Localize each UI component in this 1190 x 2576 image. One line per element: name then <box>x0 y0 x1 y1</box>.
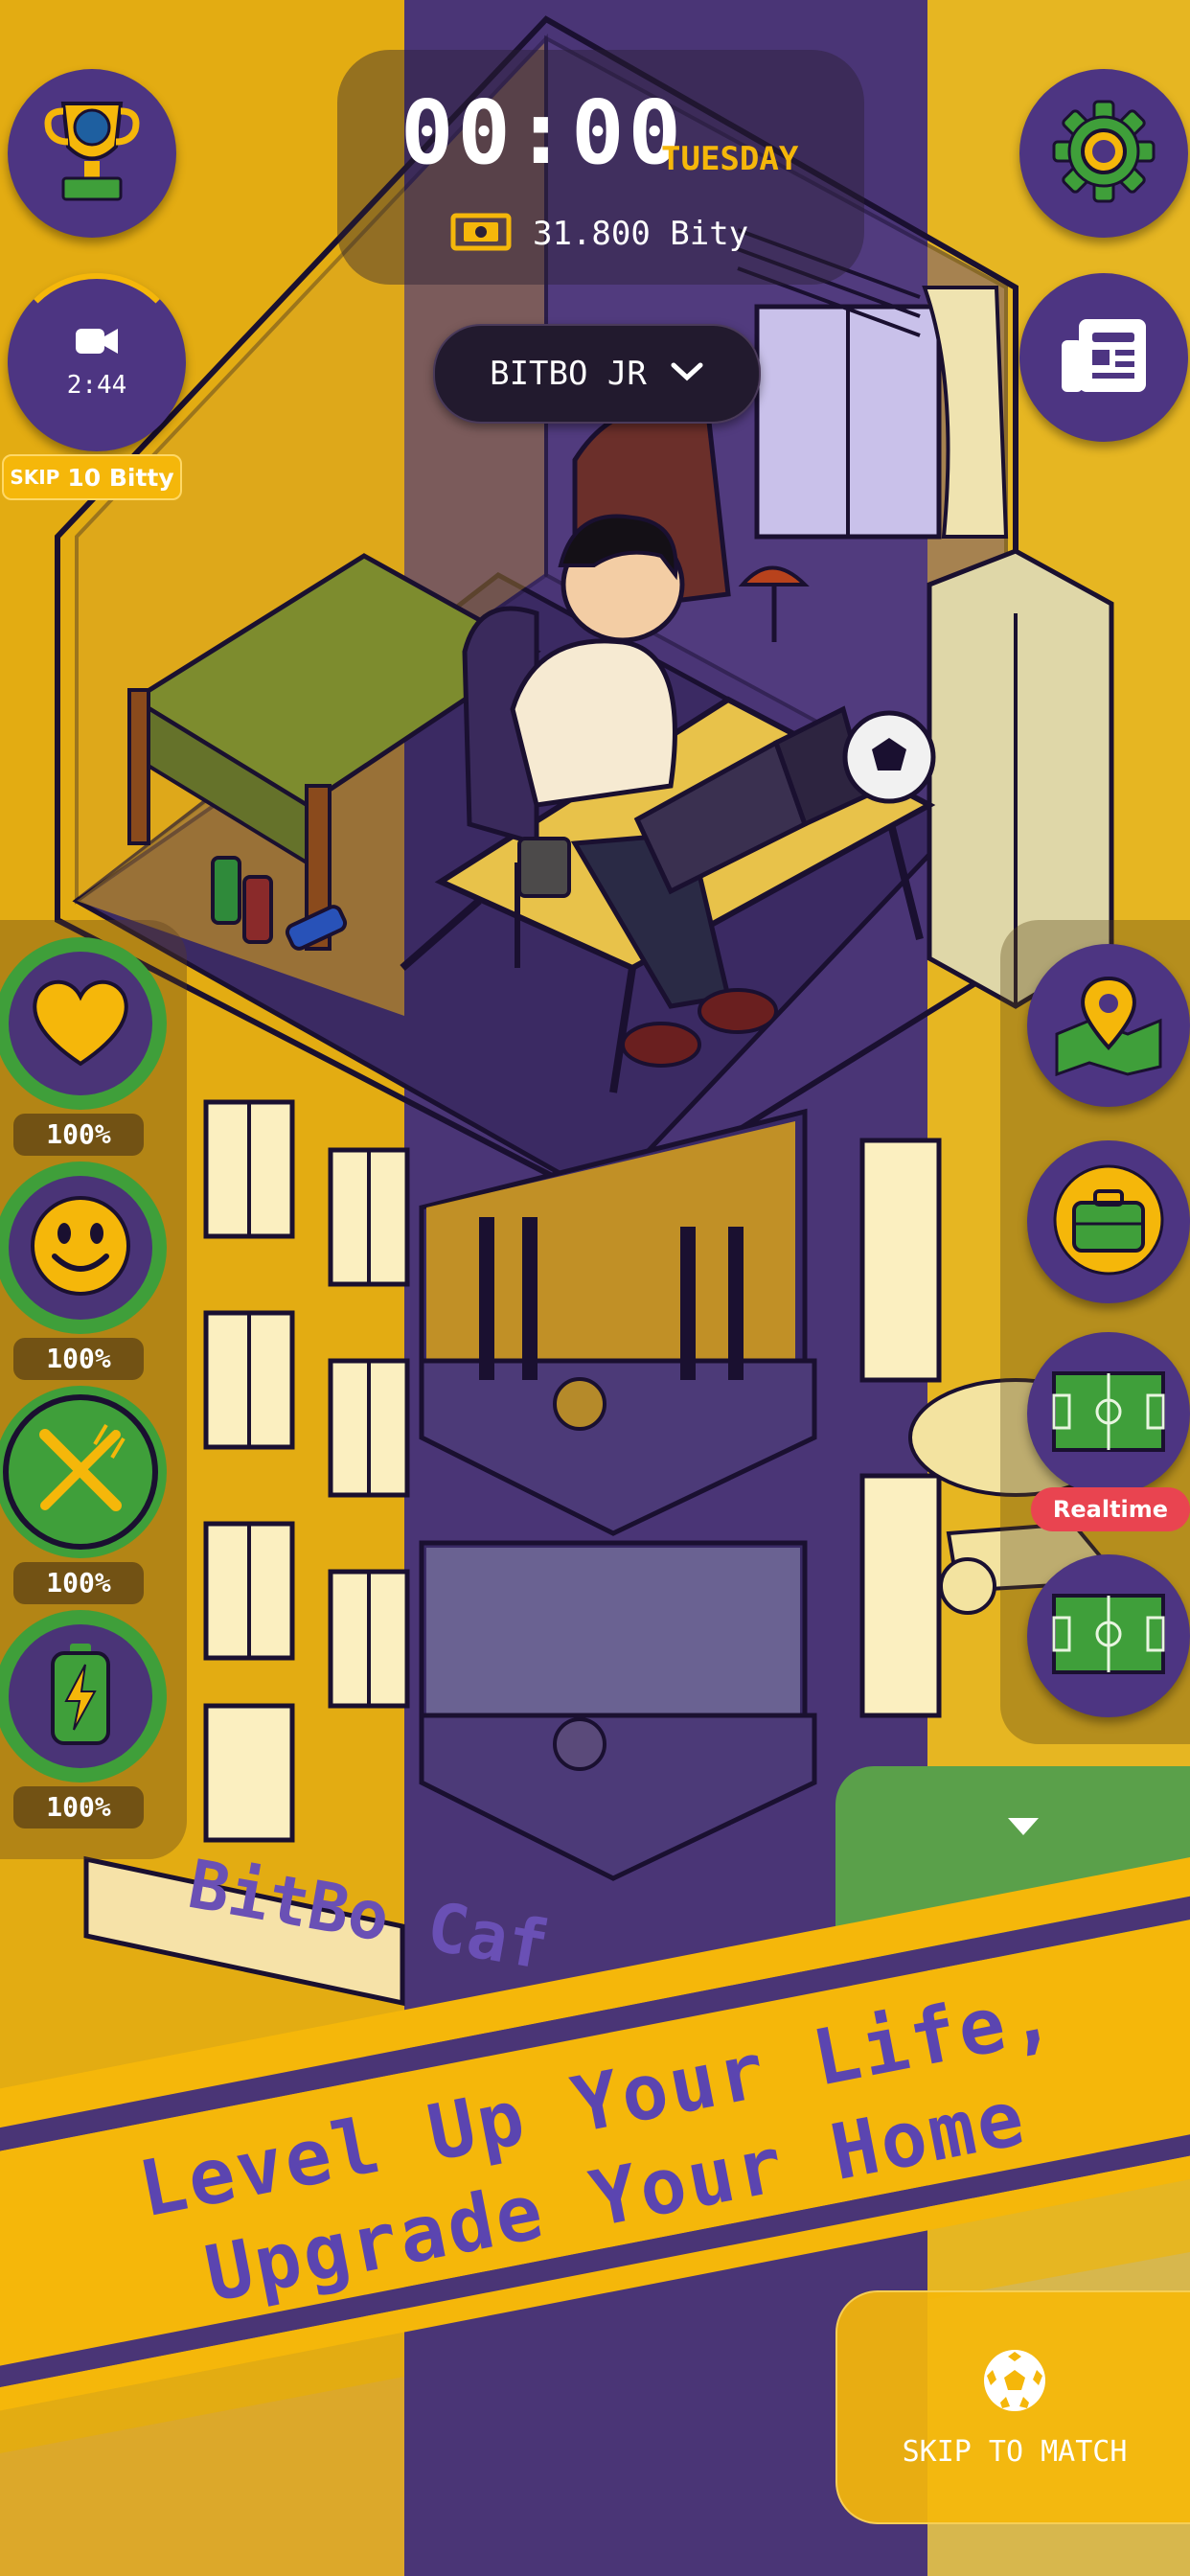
health-stat[interactable] <box>0 937 167 1110</box>
trophy-button[interactable] <box>8 69 176 238</box>
cash-icon <box>450 213 512 255</box>
energy-value: 100% <box>13 1786 144 1828</box>
map-pin-icon <box>1051 971 1166 1080</box>
heart-icon <box>28 976 133 1071</box>
briefcase-icon <box>1053 1164 1164 1279</box>
news-button[interactable] <box>1019 273 1188 442</box>
video-timer: 2:44 <box>66 371 127 400</box>
mood-value: 100% <box>13 1338 144 1380</box>
settings-button[interactable] <box>1019 69 1188 238</box>
trophy-globe-icon <box>39 94 145 213</box>
timer-icon <box>1004 1814 1042 1841</box>
energy-stat[interactable] <box>0 1610 167 1782</box>
match-button[interactable] <box>1027 1554 1190 1717</box>
video-reward-button[interactable]: 2:44 <box>8 273 186 451</box>
smiley-icon <box>28 1193 133 1302</box>
soccer-ball-icon <box>981 2347 1048 2418</box>
video-camera-icon <box>74 325 120 361</box>
realtime-badge: Realtime <box>1031 1487 1190 1531</box>
bity-balance: 31.800 Bity <box>450 213 748 255</box>
battery-icon <box>47 1642 114 1751</box>
fork-knife-icon <box>28 1417 133 1527</box>
job-button[interactable] <box>1027 1140 1190 1303</box>
gear-icon <box>1052 100 1156 207</box>
game-clock: 00:00 <box>400 81 685 184</box>
football-pitch-icon <box>1051 1370 1166 1457</box>
newspaper-icon <box>1058 315 1150 400</box>
realtime-match-button[interactable] <box>1027 1332 1190 1495</box>
character-selector[interactable]: BITBO JR <box>433 324 761 424</box>
mood-stat[interactable] <box>0 1162 167 1334</box>
hunger-stat[interactable] <box>0 1386 167 1558</box>
character-selector-label: BITBO JR <box>490 355 647 393</box>
skip-cost-badge[interactable]: SKIP 10 Bitty <box>2 454 182 500</box>
skip-cost: 10 Bitty <box>67 463 174 492</box>
hunger-value: 100% <box>13 1562 144 1604</box>
health-value: 100% <box>13 1114 144 1156</box>
football-pitch-icon <box>1051 1593 1166 1679</box>
map-button[interactable] <box>1027 944 1190 1107</box>
skip-prefix: SKIP <box>10 466 60 489</box>
bity-balance-value: 31.800 Bity <box>533 215 749 253</box>
skip-to-match-button[interactable]: SKIP TO MATCH <box>835 2290 1190 2524</box>
chevron-down-icon <box>670 361 704 386</box>
skip-to-match-label: SKIP TO MATCH <box>902 2434 1128 2469</box>
weekday-label: TUESDAY <box>661 140 799 178</box>
